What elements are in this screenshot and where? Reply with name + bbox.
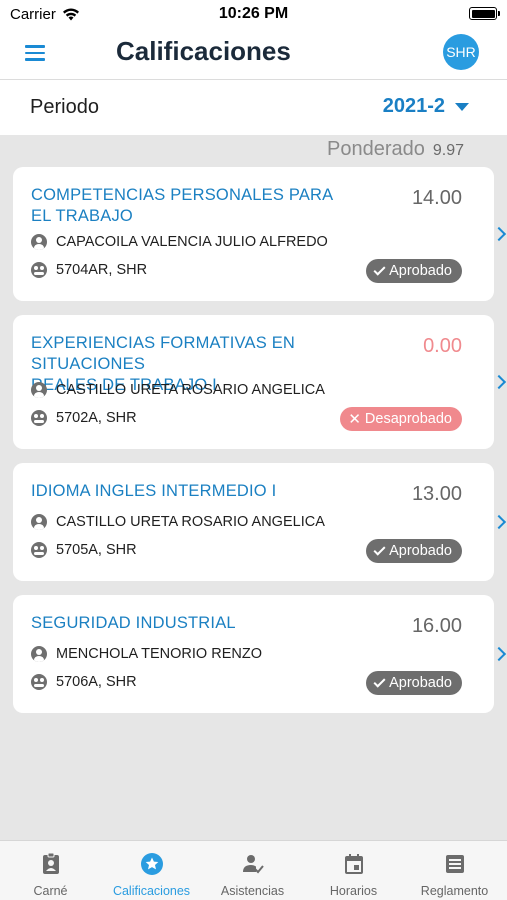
group-icon (31, 542, 47, 558)
course-name-line: EXPERIENCIAS FORMATIVAS EN SITUACIONES (31, 334, 296, 373)
tab-label: Asistencias (220, 884, 285, 898)
section-code: 5705A, SHR (56, 542, 137, 558)
avatar[interactable]: SHR (443, 34, 479, 70)
user-check-icon (242, 855, 264, 874)
course-grade: 13.00 (411, 483, 462, 505)
group-icon (31, 674, 47, 690)
check-icon (373, 675, 386, 688)
section-row: 5706A, SHR (31, 674, 137, 690)
navigation-bar: Calificaciones SHR (0, 28, 507, 80)
tab-label: Horarios (329, 884, 378, 898)
weighted-average: Ponderado 9.97 (327, 138, 464, 161)
course-grade: 0.00 (423, 335, 462, 357)
course-card[interactable]: EXPERIENCIAS FORMATIVAS EN SITUACIONES R… (13, 315, 507, 449)
teacher-row: CASTILLO URETA ROSARIO ANGELICA (31, 514, 325, 530)
course-name: SEGURIDAD INDUSTRIAL (31, 613, 411, 634)
page-title: Calificaciones (116, 36, 291, 66)
status-badge: ✕ Desaprobado (340, 407, 462, 431)
course-card[interactable]: IDIOMA INGLES INTERMEDIO I 13.00 CASTILL… (13, 463, 507, 581)
status-label: Aprobado (389, 543, 452, 559)
teacher-name: MENCHOLA TENORIO RENZO (56, 646, 262, 662)
course-name: IDIOMA INGLES INTERMEDIO I (31, 481, 411, 502)
status-label: Aprobado (389, 675, 452, 691)
section-row: 5705A, SHR (31, 542, 137, 558)
group-icon (31, 262, 47, 278)
chevron-right-icon[interactable] (491, 374, 507, 390)
section-row: 5704AR, SHR (31, 262, 147, 278)
check-icon (373, 263, 386, 276)
star-icon (140, 853, 163, 875)
tab-label: Carné (33, 884, 68, 898)
teacher-name: CAPACOILA VALENCIA JULIO ALFREDO (56, 234, 328, 250)
check-icon (373, 543, 386, 556)
tab-bar: Carné Calificaciones Asistencias Horario… (0, 840, 507, 900)
teacher-name: CASTILLO URETA ROSARIO ANGELICA (56, 382, 325, 398)
course-grade: 16.00 (411, 615, 462, 637)
section-code: 5704AR, SHR (56, 262, 148, 278)
course-card[interactable]: SEGURIDAD INDUSTRIAL 16.00 MENCHOLA TENO… (13, 595, 507, 713)
chevron-right-icon[interactable] (491, 226, 507, 242)
teacher-row: MENCHOLA TENORIO RENZO (31, 646, 262, 662)
course-name-line: COMPETENCIAS PERSONALES PARA (31, 186, 334, 204)
status-label: Desaprobado (364, 411, 452, 427)
course-name-line: IDIOMA INGLES INTERMEDIO I (31, 482, 277, 500)
status-badge: Aprobado (366, 539, 462, 563)
period-dropdown[interactable]: 2021-2 (383, 95, 469, 118)
tab-label: Reglamento (420, 884, 489, 898)
battery-icon (469, 7, 500, 20)
tab-horarios[interactable]: Horarios (303, 841, 404, 900)
status-label: Aprobado (389, 263, 452, 279)
tab-reglamento[interactable]: Reglamento (404, 841, 505, 900)
id-badge-icon (42, 852, 59, 874)
tab-calificaciones[interactable]: Calificaciones (101, 841, 202, 900)
status-time: 10:26 PM (218, 5, 289, 22)
caret-down-icon (455, 102, 469, 111)
teacher-name: CASTILLO URETA ROSARIO ANGELICA (56, 514, 325, 530)
course-grade: 14.00 (411, 187, 462, 209)
course-name-line: SEGURIDAD INDUSTRIAL (31, 614, 236, 632)
person-icon (31, 646, 47, 662)
group-icon (31, 410, 47, 426)
status-bar: Carrier 10:26 PM (0, 0, 507, 28)
period-label: Periodo (30, 96, 99, 118)
weighted-value: 9.97 (432, 142, 464, 159)
section-row: 5702A, SHR (31, 410, 137, 426)
status-badge: Aprobado (366, 259, 462, 283)
chevron-right-icon[interactable] (491, 646, 507, 662)
course-name: COMPETENCIAS PERSONALES PARA EL TRABAJO (31, 185, 411, 227)
course-name-line: EL TRABAJO (31, 207, 133, 225)
x-icon: ✕ (348, 410, 361, 428)
person-icon (31, 382, 47, 398)
status-badge: Aprobado (366, 671, 462, 695)
document-icon (445, 855, 464, 873)
tab-asistencias[interactable]: Asistencias (202, 841, 303, 900)
course-card[interactable]: COMPETENCIAS PERSONALES PARA EL TRABAJO … (13, 167, 507, 301)
tab-carne[interactable]: Carné (0, 841, 101, 900)
section-code: 5706A, SHR (56, 674, 137, 690)
tab-label: Calificaciones (112, 884, 191, 898)
menu-icon[interactable] (25, 45, 45, 61)
person-icon (31, 234, 47, 250)
period-value: 2021-2 (382, 95, 445, 117)
person-icon (31, 514, 47, 530)
teacher-row: CASTILLO URETA ROSARIO ANGELICA (31, 382, 325, 398)
period-bar: Periodo 2021-2 (0, 80, 507, 135)
weighted-label: Ponderado (326, 138, 425, 160)
section-code: 5702A, SHR (56, 410, 137, 426)
teacher-row: CAPACOILA VALENCIA JULIO ALFREDO (31, 234, 328, 250)
chevron-right-icon[interactable] (491, 514, 507, 530)
calendar-icon (344, 854, 363, 874)
